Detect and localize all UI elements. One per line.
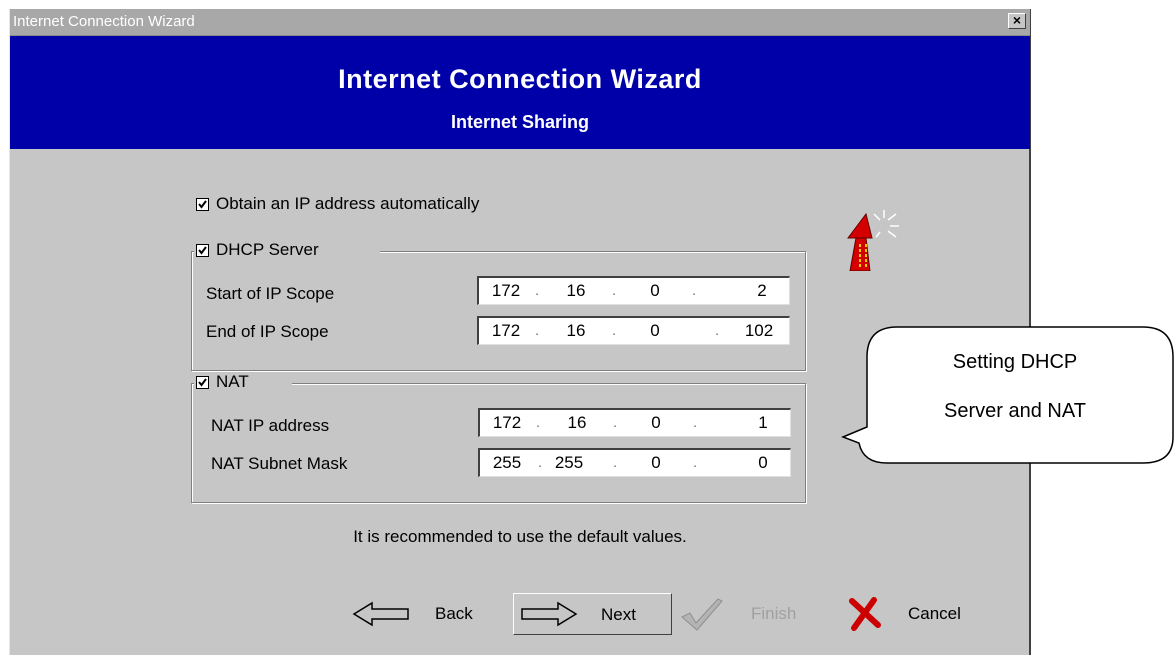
nat-ip-label: NAT IP address	[211, 416, 330, 435]
dhcp-group	[191, 251, 806, 371]
octet-separator: .	[538, 454, 543, 471]
nat-group	[191, 383, 806, 503]
banner-subtitle: Internet Sharing	[450, 112, 589, 132]
octet: 16	[566, 321, 586, 340]
octet-separator: .	[693, 454, 698, 471]
octet: 16	[566, 281, 586, 300]
finish-button[interactable]: Finish	[680, 593, 830, 635]
octet: 0	[758, 453, 768, 472]
x-cancel-icon	[849, 597, 881, 631]
octet-separator: .	[612, 282, 617, 299]
octet-separator: .	[715, 322, 720, 339]
octet: 172	[492, 413, 522, 432]
recommendation-text: It is recommended to use the default val…	[353, 527, 687, 546]
checkmark-icon	[198, 378, 207, 387]
next-arrow-icon	[521, 601, 578, 627]
octet-separator: .	[535, 322, 540, 339]
start-scope-input[interactable]: 172 . 16 . 0 . 2	[477, 276, 790, 305]
octet-separator: .	[692, 282, 697, 299]
cancel-button[interactable]: Cancel	[846, 593, 996, 635]
dhcp-checkbox[interactable]	[196, 244, 209, 257]
octet: 255	[554, 453, 584, 472]
title-bar[interactable]: Internet Connection Wizard ×	[10, 9, 1030, 36]
checkmark-icon	[198, 200, 207, 209]
cancel-label: Cancel	[908, 604, 961, 623]
octet: 1	[758, 413, 768, 432]
end-scope-input[interactable]: 172 . 16 . 0 . 102	[477, 316, 790, 345]
octet-separator: .	[536, 414, 541, 431]
callout-line-1: Setting DHCP	[952, 351, 1078, 373]
octet: 102	[744, 321, 774, 340]
dhcp-label: DHCP Server	[216, 240, 319, 259]
octet: 0	[651, 453, 661, 472]
checkmark-icon	[681, 598, 723, 631]
back-button[interactable]: Back	[352, 593, 502, 635]
octet: 0	[651, 413, 661, 432]
banner-title: Internet Connection Wizard	[338, 64, 702, 94]
octet-separator: .	[693, 414, 698, 431]
octet: 2	[757, 281, 767, 300]
window-title: Internet Connection Wizard	[13, 13, 195, 30]
nat-label: NAT	[216, 372, 249, 391]
nat-checkbox[interactable]	[196, 376, 209, 389]
octet-separator: .	[535, 282, 540, 299]
obtain-ip-checkbox[interactable]	[196, 198, 209, 211]
octet-separator: .	[612, 322, 617, 339]
nat-mask-label: NAT Subnet Mask	[211, 454, 348, 473]
obtain-ip-label: Obtain an IP address automatically	[216, 194, 480, 213]
start-scope-label: Start of IP Scope	[206, 284, 335, 303]
back-label: Back	[435, 604, 473, 623]
close-button[interactable]: ×	[1008, 13, 1026, 29]
octet: 0	[650, 321, 660, 340]
octet: 172	[491, 321, 521, 340]
octet-separator: .	[613, 454, 618, 471]
wizard-banner: Internet Connection Wizard Internet Shar…	[10, 36, 1030, 149]
back-arrow-icon	[352, 601, 409, 627]
octet: 255	[492, 453, 522, 472]
callout-line-2: Server and NAT	[944, 400, 1086, 422]
end-scope-label: End of IP Scope	[206, 322, 329, 341]
nat-mask-input[interactable]: 255 . 255 . 0 . 0	[478, 448, 791, 477]
red-arrow-logo-icon	[847, 210, 899, 271]
nat-ip-input[interactable]: 172 . 16 . 0 . 1	[478, 408, 791, 437]
octet: 0	[650, 281, 660, 300]
next-label: Next	[601, 605, 636, 624]
finish-label: Finish	[751, 604, 797, 623]
next-button[interactable]: Next	[513, 593, 672, 635]
checkmark-icon	[198, 246, 207, 255]
callout-bubble	[840, 326, 1174, 464]
octet: 172	[491, 281, 521, 300]
octet: 16	[567, 413, 587, 432]
octet-separator: .	[613, 414, 618, 431]
